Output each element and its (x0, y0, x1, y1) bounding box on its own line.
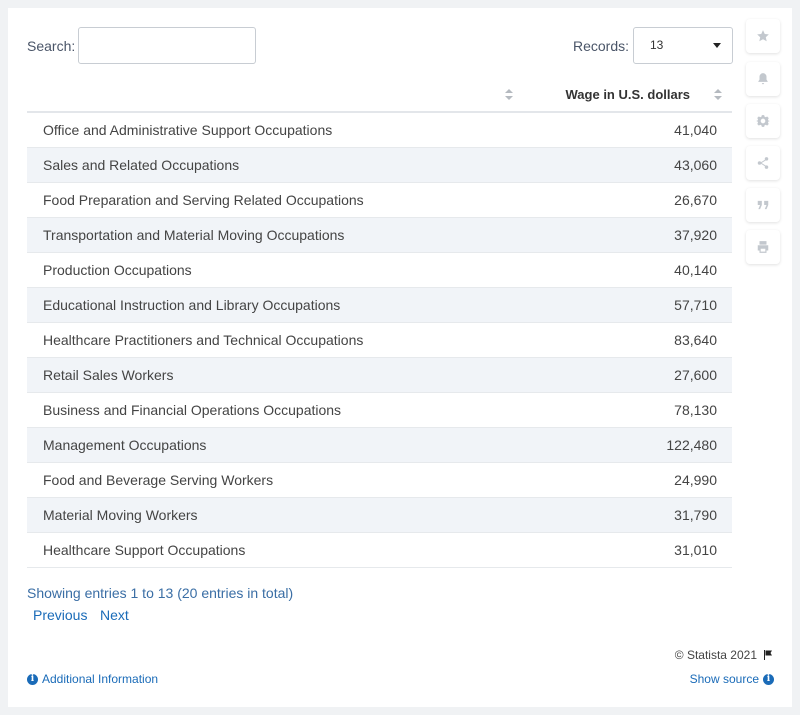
share-icon (757, 157, 769, 169)
occupation-cell: Educational Instruction and Library Occu… (27, 287, 517, 323)
table-row: Material Moving Workers 31,790 (27, 497, 732, 533)
table-row: Management Occupations 122,480 (27, 427, 732, 463)
occupation-cell: Food Preparation and Serving Related Occ… (27, 182, 517, 218)
column-header-wage[interactable]: Wage in U.S. dollars (517, 78, 732, 113)
wage-cell: 24,990 (517, 462, 732, 498)
table-row: Retail Sales Workers 27,600 (27, 357, 732, 393)
additional-information-link[interactable]: i Additional Information (27, 672, 158, 686)
settings-button[interactable] (746, 104, 780, 138)
cite-button[interactable] (746, 188, 780, 222)
quote-icon (757, 200, 769, 210)
flag-icon[interactable] (762, 649, 774, 661)
print-icon (757, 241, 769, 253)
wage-cell: 31,790 (517, 497, 732, 533)
wage-cell: 40,140 (517, 252, 732, 288)
occupation-cell: Transportation and Material Moving Occup… (27, 217, 517, 253)
wage-cell: 37,920 (517, 217, 732, 253)
occupation-cell: Sales and Related Occupations (27, 147, 517, 183)
notification-button[interactable] (746, 62, 780, 96)
previous-page-link[interactable]: Previous (33, 607, 87, 623)
table-body: Office and Administrative Support Occupa… (27, 112, 732, 568)
wage-cell: 78,130 (517, 392, 732, 428)
records-label: Records: (573, 38, 630, 54)
table-row: Food and Beverage Serving Workers 24,990 (27, 462, 732, 498)
favorite-button[interactable] (746, 19, 780, 53)
print-button[interactable] (746, 230, 780, 264)
table-row: Healthcare Practitioners and Technical O… (27, 322, 732, 358)
table-header-row: Wage in U.S. dollars (27, 78, 732, 113)
wage-cell: 83,640 (517, 322, 732, 358)
occupation-cell: Production Occupations (27, 252, 517, 288)
records-value: 13 (650, 38, 664, 52)
wage-cell: 43,060 (517, 147, 732, 183)
data-table: Wage in U.S. dollars Office and Administ… (27, 78, 732, 568)
search-label: Search: (27, 38, 76, 54)
show-source-link[interactable]: Show source i (690, 672, 774, 686)
table-row: Business and Financial Operations Occupa… (27, 392, 732, 428)
occupation-cell: Food and Beverage Serving Workers (27, 462, 517, 498)
additional-information-label: Additional Information (42, 672, 159, 686)
bell-icon (758, 73, 768, 85)
show-source-label: Show source (689, 672, 759, 686)
occupation-cell: Business and Financial Operations Occupa… (27, 392, 517, 428)
wage-cell: 31,010 (517, 532, 732, 568)
column-header-occupation[interactable] (27, 78, 517, 113)
table-row: Office and Administrative Support Occupa… (27, 112, 732, 148)
table-row: Healthcare Support Occupations 31,010 (27, 532, 732, 568)
table-row: Production Occupations 40,140 (27, 252, 732, 288)
table-row: Transportation and Material Moving Occup… (27, 217, 732, 253)
entries-info: Showing entries 1 to 13 (20 entries in t… (27, 585, 294, 601)
sort-icon (714, 89, 722, 101)
wage-cell: 41,040 (517, 112, 732, 148)
table-row: Food Preparation and Serving Related Occ… (27, 182, 732, 218)
occupation-cell: Material Moving Workers (27, 497, 517, 533)
wage-cell: 57,710 (517, 287, 732, 323)
star-icon (757, 30, 769, 42)
wage-cell: 27,600 (517, 357, 732, 393)
next-page-link[interactable]: Next (100, 607, 129, 623)
info-icon: i (27, 673, 38, 685)
chevron-down-icon (713, 43, 721, 48)
table-row: Educational Instruction and Library Occu… (27, 287, 732, 323)
wage-cell: 122,480 (517, 427, 732, 463)
occupation-cell: Office and Administrative Support Occupa… (27, 112, 517, 148)
copyright-text: © Statista 2021 (674, 648, 757, 662)
occupation-cell: Healthcare Support Occupations (27, 532, 517, 568)
sort-icon (505, 89, 513, 101)
occupation-cell: Retail Sales Workers (27, 357, 517, 393)
info-icon: i (763, 673, 774, 685)
wage-cell: 26,670 (517, 182, 732, 218)
copyright: © Statista 2021 (675, 648, 774, 662)
share-button[interactable] (746, 146, 780, 180)
table-row: Sales and Related Occupations 43,060 (27, 147, 732, 183)
occupation-cell: Healthcare Practitioners and Technical O… (27, 322, 517, 358)
occupation-cell: Management Occupations (27, 427, 517, 463)
gear-icon (756, 115, 770, 127)
records-select[interactable]: 13 (633, 27, 733, 64)
search-input[interactable] (78, 27, 256, 64)
